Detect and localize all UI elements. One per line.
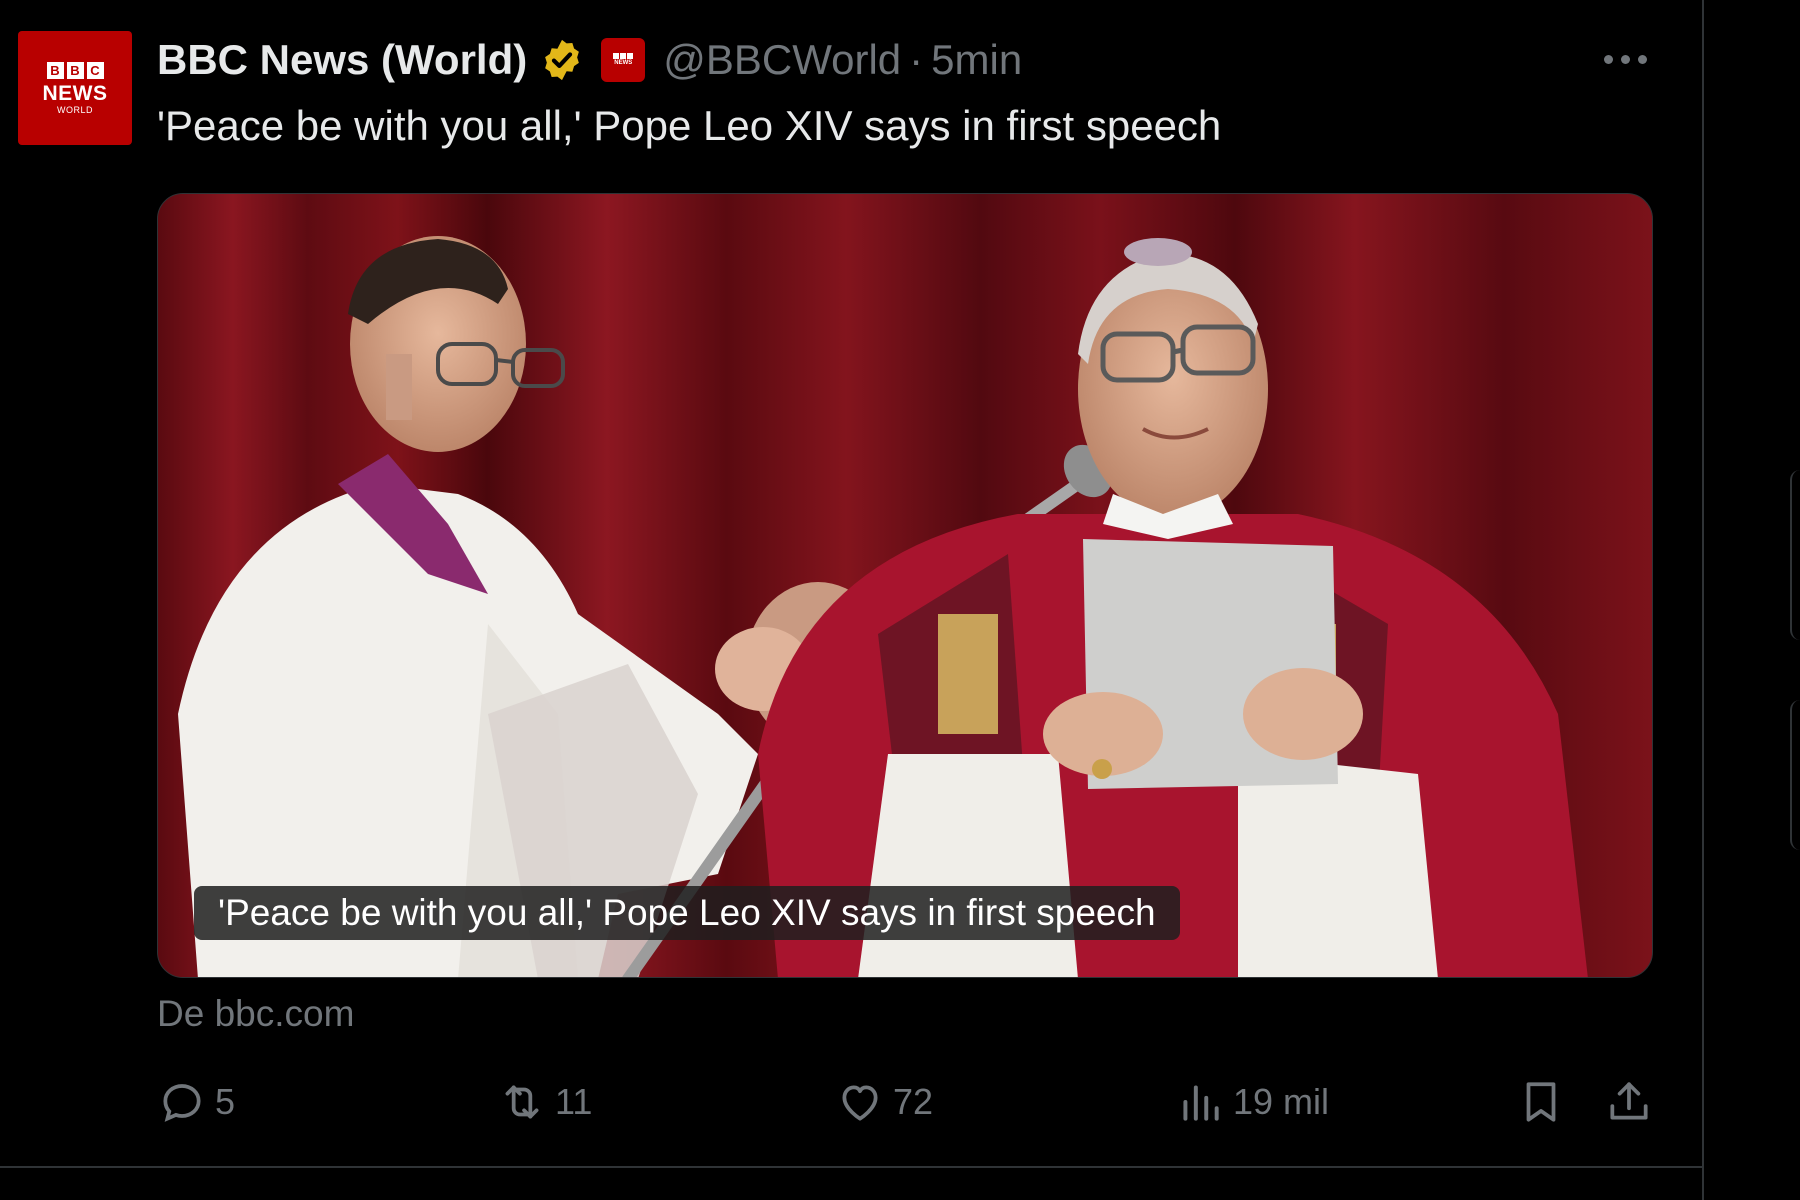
tweet-timestamp[interactable]: 5min [931, 36, 1022, 84]
verified-icon [545, 39, 580, 81]
bookmark-button[interactable] [1516, 1074, 1566, 1130]
retweet-button[interactable]: 11 [497, 1074, 592, 1130]
media-card[interactable]: 'Peace be with you all,' Pope Leo XIV sa… [157, 193, 1653, 978]
avatar-world-text: WORLD [57, 104, 93, 115]
column-divider [1702, 0, 1704, 1200]
avatar[interactable]: B B C NEWS WORLD [18, 31, 132, 145]
author-name[interactable]: BBC News (World) [157, 36, 527, 84]
bookmark-icon [1526, 1082, 1556, 1122]
sidebar-edge [1790, 470, 1800, 640]
share-icon [1610, 1082, 1648, 1120]
like-button[interactable]: 72 [835, 1074, 933, 1130]
share-button[interactable] [1604, 1074, 1654, 1130]
header-separator: · [909, 36, 924, 83]
affiliate-badge-icon[interactable]: NEWS [601, 38, 646, 82]
media-image [158, 194, 1652, 977]
tweet-divider [0, 1166, 1703, 1168]
retweet-icon [505, 1085, 539, 1119]
tweet-text: 'Peace be with you all,' Pope Leo XIV sa… [157, 102, 1222, 149]
like-icon [842, 1085, 878, 1121]
bbc-logo-blocks: B B C [46, 61, 104, 79]
views-icon [1183, 1085, 1219, 1121]
sidebar-edge [1790, 700, 1800, 850]
views-button[interactable]: 19 mil [1175, 1074, 1329, 1130]
views-count: 19 mil [1233, 1081, 1330, 1122]
more-icon[interactable] [1604, 52, 1654, 66]
like-count: 72 [893, 1081, 934, 1122]
author-handle[interactable]: @BBCWorld [663, 36, 901, 84]
reply-button[interactable]: 5 [157, 1074, 235, 1130]
tweet-header: BBC News (World) NEWS @BBCWorld · 5min [157, 32, 1022, 88]
reply-icon [163, 1084, 201, 1122]
reply-count: 5 [215, 1081, 236, 1122]
link-source[interactable]: De bbc.com [157, 993, 354, 1035]
media-caption: 'Peace be with you all,' Pope Leo XIV sa… [194, 886, 1180, 940]
avatar-news-text: NEWS [42, 81, 108, 105]
retweet-count: 11 [555, 1081, 593, 1122]
